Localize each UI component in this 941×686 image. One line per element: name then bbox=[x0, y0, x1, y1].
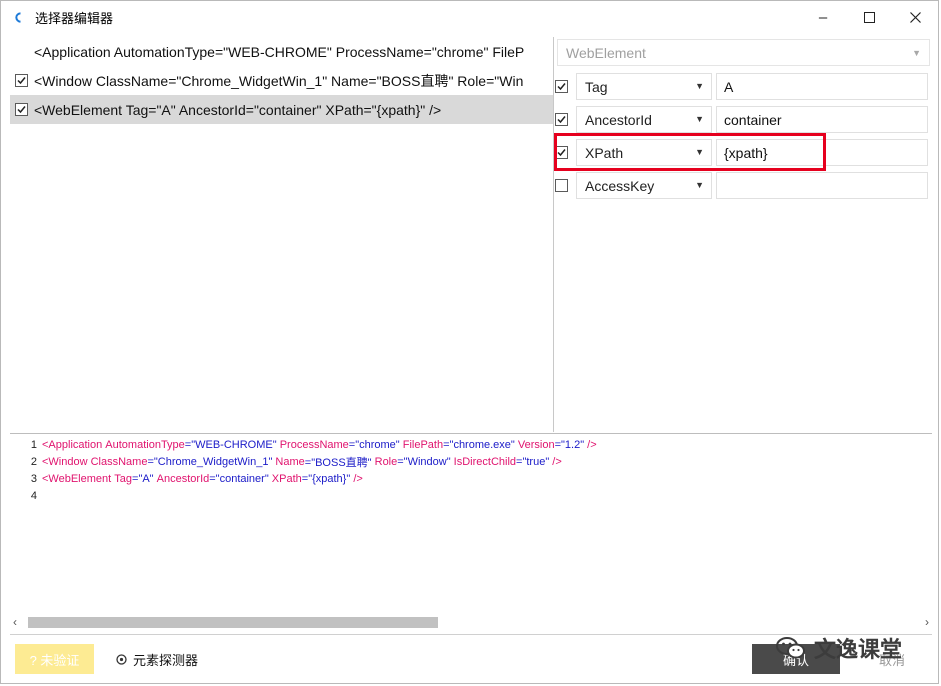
chevron-down-icon: ▼ bbox=[695, 81, 704, 91]
bottom-bar: ? 未验证 元素探测器 确认 取消 文逸课堂 bbox=[1, 633, 938, 683]
line-number: 3 bbox=[30, 473, 37, 485]
tree-row-checkbox[interactable] bbox=[15, 74, 28, 87]
code-token: ="{xpath}" bbox=[301, 473, 354, 485]
app-icon bbox=[13, 10, 25, 24]
property-row-tag: Tag ▼ A bbox=[554, 71, 934, 101]
element-type-value: WebElement bbox=[566, 44, 646, 61]
code-token: ="Window" bbox=[397, 456, 454, 468]
checkmark-icon bbox=[557, 116, 566, 124]
property-row-ancestorid: AncestorId ▼ container bbox=[554, 104, 934, 134]
element-probe-label: 元素探测器 bbox=[133, 652, 199, 668]
tree-row-application[interactable]: <Application AutomationType="WEB-CHROME"… bbox=[10, 37, 553, 66]
property-value-input[interactable]: container bbox=[716, 106, 928, 133]
minimize-button[interactable]: – bbox=[800, 1, 846, 33]
line-number: 2 bbox=[30, 456, 37, 468]
code-token: <Window bbox=[42, 456, 91, 468]
code-token: ="container" bbox=[209, 473, 272, 485]
code-token: ProcessName bbox=[279, 439, 349, 451]
checkmark-icon bbox=[17, 77, 26, 85]
element-probe-button[interactable]: 元素探测器 bbox=[116, 645, 198, 673]
scroll-right-icon[interactable]: › bbox=[925, 615, 929, 629]
scroll-left-icon[interactable]: ‹ bbox=[13, 615, 17, 629]
code-token: ="chrome.exe" bbox=[443, 439, 518, 451]
selector-editor-window: 选择器编辑器 – <Application AutomationType="WE… bbox=[0, 0, 939, 684]
chevron-down-icon: ▼ bbox=[695, 180, 704, 190]
xpath-highlight-box bbox=[554, 133, 826, 171]
code-line: 4 bbox=[10, 488, 42, 504]
property-checkbox[interactable] bbox=[555, 179, 568, 192]
checkmark-icon bbox=[17, 106, 26, 114]
code-token: Role bbox=[374, 456, 398, 468]
code-token: /> bbox=[587, 439, 597, 451]
code-token: ="A" bbox=[132, 473, 157, 485]
code-token: AncestorId bbox=[156, 473, 210, 485]
code-token: /> bbox=[552, 456, 562, 468]
probe-icon bbox=[116, 653, 127, 665]
tree-row-label: <Application AutomationType="WEB-CHROME"… bbox=[34, 43, 525, 60]
close-icon bbox=[909, 11, 921, 23]
code-token: Tag bbox=[114, 473, 133, 485]
close-button[interactable] bbox=[892, 1, 938, 33]
property-checkbox[interactable] bbox=[555, 80, 568, 93]
property-name: AccessKey bbox=[585, 177, 655, 194]
tree-row-checkbox[interactable] bbox=[15, 103, 28, 116]
code-token: ="WEB-CHROME" bbox=[184, 439, 280, 451]
line-number: 4 bbox=[30, 490, 37, 502]
property-name-select[interactable]: Tag ▼ bbox=[576, 73, 712, 100]
chevron-down-icon: ▼ bbox=[695, 114, 704, 124]
checkmark-icon bbox=[557, 83, 566, 91]
property-name-select[interactable]: AncestorId ▼ bbox=[576, 106, 712, 133]
unverified-button[interactable]: ? 未验证 bbox=[15, 644, 94, 674]
code-token: ClassName bbox=[90, 456, 148, 468]
property-value-input[interactable] bbox=[716, 172, 928, 199]
properties-panel: WebElement ▼ Tag ▼ A AncestorId ▼ contai… bbox=[554, 37, 934, 432]
property-name: AncestorId bbox=[585, 111, 652, 128]
tree-row-label: <Window ClassName="Chrome_WidgetWin_1" N… bbox=[34, 72, 524, 89]
code-token: Name bbox=[275, 456, 305, 468]
maximize-icon bbox=[863, 11, 875, 23]
code-token: FilePath bbox=[402, 439, 444, 451]
code-token: ="BOSS直聘" bbox=[304, 457, 375, 469]
code-line: 3 <WebElement Tag ="A" AncestorId ="contain… bbox=[10, 471, 363, 487]
code-token: /> bbox=[353, 473, 363, 485]
code-token: XPath bbox=[271, 473, 302, 485]
code-token: <Application bbox=[42, 439, 106, 451]
code-token: <WebElement bbox=[42, 473, 115, 485]
watermark-text: 文逸课堂 bbox=[814, 637, 903, 662]
code-token: ="chrome" bbox=[348, 439, 403, 451]
maximize-button[interactable] bbox=[846, 1, 892, 33]
property-value-input[interactable]: A bbox=[716, 73, 928, 100]
selector-code-view[interactable]: 1 <Application AutomationType ="WEB-CHROME… bbox=[10, 433, 932, 635]
element-type-select[interactable]: WebElement ▼ bbox=[557, 39, 930, 66]
code-token: Version bbox=[517, 439, 555, 451]
code-line: 2 <Window ClassName ="Chrome_WidgetWin_1" … bbox=[10, 454, 562, 470]
property-row-accesskey: AccessKey ▼ bbox=[554, 170, 934, 200]
selector-tree: <Application AutomationType="WEB-CHROME"… bbox=[10, 37, 554, 432]
window-title: 选择器编辑器 bbox=[35, 10, 114, 26]
title-bar: 选择器编辑器 – bbox=[1, 1, 938, 33]
tree-row-label: <WebElement Tag="A" AncestorId="containe… bbox=[34, 101, 442, 118]
code-line: 1 <Application AutomationType ="WEB-CHROME… bbox=[10, 437, 597, 453]
code-token: ="1.2" bbox=[554, 439, 588, 451]
code-token: AutomationType bbox=[105, 439, 185, 451]
property-name-select[interactable]: AccessKey ▼ bbox=[576, 172, 712, 199]
tree-row-window[interactable]: <Window ClassName="Chrome_WidgetWin_1" N… bbox=[10, 66, 553, 95]
line-number: 1 bbox=[30, 439, 37, 451]
property-checkbox[interactable] bbox=[555, 113, 568, 126]
tree-row-webelement[interactable]: <WebElement Tag="A" AncestorId="containe… bbox=[10, 95, 553, 124]
watermark: 文逸课堂 bbox=[776, 633, 902, 663]
chevron-down-icon: ▼ bbox=[912, 48, 921, 58]
wechat-icon bbox=[776, 637, 805, 659]
horizontal-scrollbar[interactable]: ‹ › bbox=[10, 614, 932, 631]
scrollbar-thumb[interactable] bbox=[28, 617, 438, 628]
code-token: IsDirectChild bbox=[453, 456, 517, 468]
code-token: ="true" bbox=[516, 456, 553, 468]
code-token: ="Chrome_WidgetWin_1" bbox=[147, 456, 276, 468]
property-name: Tag bbox=[585, 78, 608, 95]
